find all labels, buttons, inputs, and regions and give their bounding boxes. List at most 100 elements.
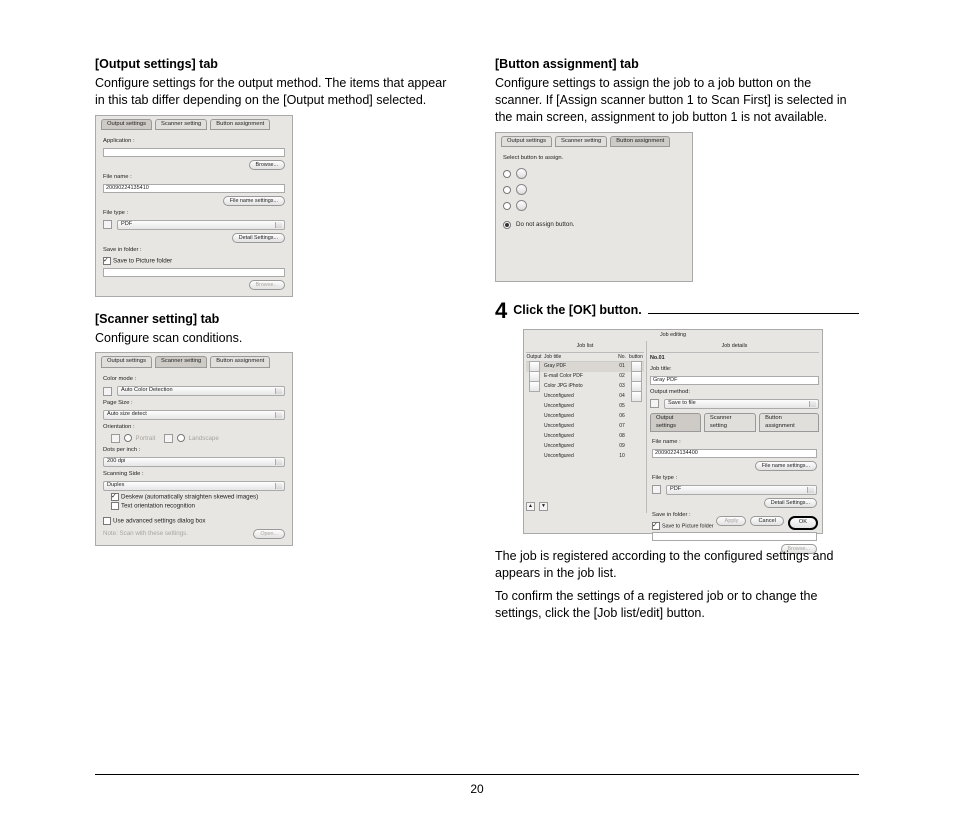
open-button[interactable]: Open...: [253, 529, 285, 539]
job-title-label: Job title:: [650, 366, 819, 374]
job-editing-title: Job editing: [524, 330, 822, 341]
color-mode-select[interactable]: Auto Color Detection: [117, 386, 285, 396]
job-details-header: Job details: [650, 343, 819, 352]
assign-button-3-radio[interactable]: [503, 202, 511, 210]
job-row[interactable]: E-mail Color PDF02: [526, 372, 644, 382]
job-row-no: 05: [616, 403, 628, 410]
apply-button[interactable]: Apply: [716, 516, 746, 526]
application-label: Application :: [103, 138, 285, 146]
browse-button[interactable]: Browse...: [249, 160, 285, 170]
job-row-title: Color JPG iPhoto: [542, 383, 616, 390]
step-4-after-2: To confirm the settings of a registered …: [495, 588, 859, 622]
move-up-icon[interactable]: ▲: [526, 502, 535, 511]
tab-scanner-setting[interactable]: Scanner setting: [704, 413, 756, 433]
tab-scanner-setting[interactable]: Scanner setting: [555, 136, 607, 148]
portrait-icon: [111, 434, 120, 443]
save-to-picture-checkbox[interactable]: [103, 257, 111, 265]
cancel-button[interactable]: Cancel: [750, 516, 783, 526]
job-row[interactable]: Unconfigured10: [526, 452, 644, 462]
scanning-side-label: Scanning Side :: [103, 471, 285, 479]
scanning-side-select[interactable]: Duplex: [103, 481, 285, 491]
file-name-input[interactable]: 20090224134400: [652, 449, 817, 458]
save-in-folder-label: Save in folder :: [103, 247, 285, 255]
save-folder-input[interactable]: [103, 268, 285, 277]
file-type-select[interactable]: PDF: [117, 220, 285, 230]
job-row-title: Unconfigured: [542, 413, 616, 420]
tab-button-assignment[interactable]: Button assignment: [610, 136, 670, 148]
portrait-radio[interactable]: [124, 434, 132, 442]
job-editing-dialog: Job editing Job list Output Job title No…: [523, 329, 823, 534]
scanner-button-2-icon: [516, 184, 527, 195]
file-type-select[interactable]: PDF: [666, 485, 817, 495]
job-details-pane: Job details No.01 Job title: Gray PDF Ou…: [647, 341, 822, 513]
tab-output-settings[interactable]: Output settings: [101, 119, 152, 131]
job-row-no: 01: [616, 363, 628, 370]
tabbar: Output settings Scanner setting Button a…: [650, 409, 819, 433]
output-settings-panel: Output settings Scanner setting Button a…: [95, 115, 293, 297]
file-name-settings-button[interactable]: File name settings...: [755, 461, 817, 471]
button-assignment-heading: [Button assignment] tab: [495, 56, 859, 73]
assign-button-1-radio[interactable]: [503, 170, 511, 178]
detail-settings-button[interactable]: Detail Settings...: [764, 498, 817, 508]
output-settings-desc: Configure settings for the output method…: [95, 75, 459, 109]
output-method-select[interactable]: Save to file: [664, 399, 819, 409]
do-not-assign-label: Do not assign button.: [516, 221, 574, 229]
detail-settings-button[interactable]: Detail Settings...: [232, 233, 285, 243]
ok-button[interactable]: OK: [788, 516, 818, 530]
job-no-label: No.01: [650, 355, 819, 362]
use-adv-checkbox[interactable]: [103, 517, 111, 525]
job-row[interactable]: Gray PDF01: [526, 362, 644, 372]
file-name-input[interactable]: 20090224135410: [103, 184, 285, 193]
assign-button-2-radio[interactable]: [503, 186, 511, 194]
step-4-number: 4: [495, 296, 507, 326]
output-settings-heading: [Output settings] tab: [95, 56, 459, 73]
job-row-title: Unconfigured: [542, 443, 616, 450]
file-type-label: File type :: [103, 210, 285, 218]
text-orient-checkbox[interactable]: [111, 502, 119, 510]
file-name-label: File name :: [103, 174, 285, 182]
note-label: Note: Scan with these settings.: [103, 530, 250, 538]
job-row-title: Gray PDF: [542, 363, 616, 370]
move-down-icon[interactable]: ▼: [539, 502, 548, 511]
button-assignment-desc: Configure settings to assign the job to …: [495, 75, 859, 126]
page-size-select[interactable]: Auto size detect: [103, 410, 285, 420]
orientation-label: Orientation :: [103, 424, 285, 432]
landscape-radio[interactable]: [177, 434, 185, 442]
browse-folder-button[interactable]: Browse...: [249, 280, 285, 290]
tab-output-settings[interactable]: Output settings: [101, 356, 152, 368]
tab-scanner-setting[interactable]: Scanner setting: [155, 119, 207, 131]
deskew-checkbox[interactable]: [111, 493, 119, 501]
tab-button-assignment[interactable]: Button assignment: [759, 413, 819, 433]
tabbar: Output settings Scanner setting Button a…: [96, 116, 292, 131]
tab-output-settings[interactable]: Output settings: [650, 413, 701, 433]
application-input[interactable]: [103, 148, 285, 157]
job-row-no: 08: [616, 433, 628, 440]
job-row[interactable]: Unconfigured08: [526, 432, 644, 442]
job-row[interactable]: Color JPG iPhoto03: [526, 382, 644, 392]
job-row[interactable]: Unconfigured09: [526, 442, 644, 452]
job-row[interactable]: Unconfigured05: [526, 402, 644, 412]
job-row[interactable]: Unconfigured06: [526, 412, 644, 422]
select-button-prompt: Select button to assign.: [503, 155, 685, 163]
save-to-picture-label: Save to Picture folder: [662, 523, 714, 529]
edit-icon[interactable]: [631, 391, 642, 402]
job-row-title: Unconfigured: [542, 433, 616, 440]
dpi-select[interactable]: 200 dpi: [103, 457, 285, 467]
tab-scanner-setting[interactable]: Scanner setting: [155, 356, 207, 368]
tab-output-settings[interactable]: Output settings: [501, 136, 552, 148]
tab-button-assignment[interactable]: Button assignment: [210, 356, 270, 368]
job-output-icon: [529, 381, 540, 392]
scanner-setting-panel: Output settings Scanner setting Button a…: [95, 352, 293, 545]
file-name-settings-button[interactable]: File name settings...: [223, 196, 285, 206]
job-row[interactable]: Unconfigured07: [526, 422, 644, 432]
do-not-assign-radio[interactable]: [503, 221, 511, 229]
scanner-setting-desc: Configure scan conditions.: [95, 330, 459, 347]
file-type-label: File type :: [652, 475, 817, 483]
job-title-input[interactable]: Gray PDF: [650, 376, 819, 385]
job-row-no: 03: [616, 383, 628, 390]
save-to-picture-checkbox[interactable]: [652, 522, 660, 530]
step-4-text: Click the [OK] button.: [513, 302, 641, 319]
tab-button-assignment[interactable]: Button assignment: [210, 119, 270, 131]
save-folder-input[interactable]: [652, 532, 817, 541]
job-row[interactable]: Unconfigured04: [526, 392, 644, 402]
